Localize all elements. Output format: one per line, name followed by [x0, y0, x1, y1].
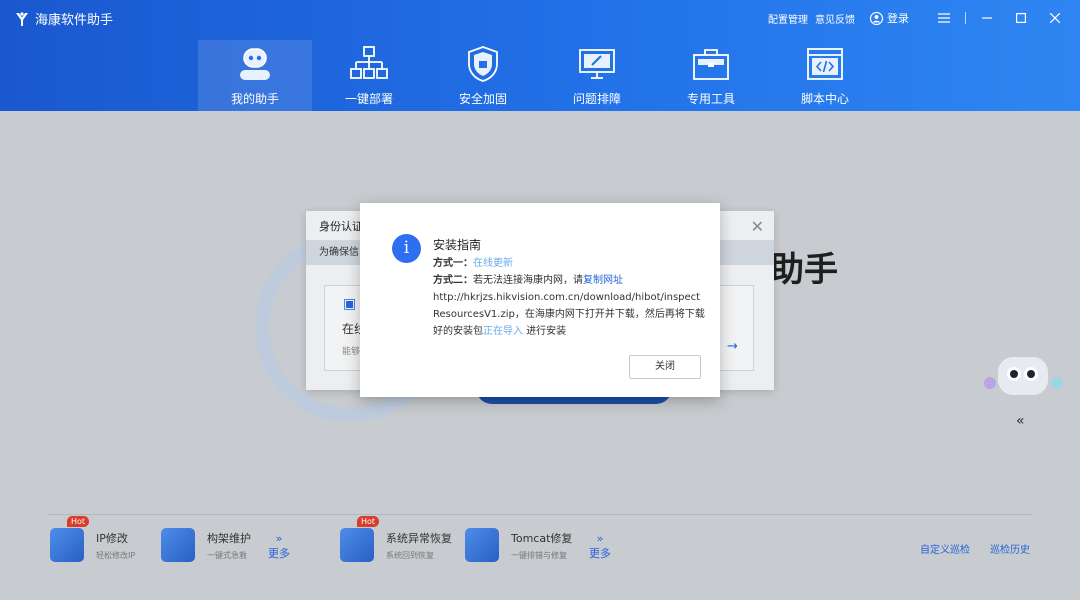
- code-window-icon: [807, 48, 843, 80]
- toolbox-icon: [693, 49, 729, 80]
- card-desc: 能够: [342, 347, 361, 357]
- login-label: 登录: [887, 12, 909, 25]
- tool-ip-change[interactable]: Hot IP修改轻松修改IP: [50, 516, 136, 562]
- hot-badge: Hot: [357, 516, 380, 527]
- tool-name: Tomcat修复: [511, 531, 573, 545]
- tool-tomcat-repair[interactable]: Tomcat修复一键排错与修复: [465, 528, 572, 562]
- recovery-tool-icon: Hot: [340, 516, 380, 562]
- nav-my-assistant[interactable]: 我的助手: [198, 40, 312, 111]
- tool-desc: 一键式急救: [207, 550, 247, 560]
- more-tools-link-2[interactable]: » 更多: [589, 532, 611, 561]
- minimize-icon[interactable]: [974, 9, 1000, 27]
- config-link[interactable]: 配置管理: [768, 11, 808, 26]
- method1-label: 方式一：: [433, 258, 473, 269]
- login-button[interactable]: 登录: [870, 10, 909, 26]
- inspection-history-link[interactable]: 巡检历史: [990, 541, 1030, 556]
- tool-desc: 系统回到恢复: [386, 550, 434, 560]
- tool-name: 系统异常恢复: [386, 531, 452, 545]
- user-avatar-icon: [870, 11, 883, 25]
- nav-label: 一键部署: [344, 92, 393, 106]
- close-window-icon[interactable]: [1042, 9, 1068, 27]
- collapse-arrows-icon[interactable]: «: [1016, 413, 1025, 429]
- nav-security-hardening[interactable]: 安全加固: [426, 40, 540, 111]
- feedback-link[interactable]: 意见反馈: [815, 11, 855, 26]
- tool-architecture-maintenance[interactable]: 构架维护 一键式急救: [161, 528, 251, 562]
- method2-text: 若无法连接海康内网，请: [473, 275, 583, 286]
- menu-icon[interactable]: [931, 9, 957, 27]
- nav-one-click-deploy[interactable]: 一键部署: [312, 40, 426, 111]
- maintenance-tool-icon: [161, 528, 195, 562]
- arrow-right-icon: →: [727, 339, 738, 354]
- info-icon: i: [392, 234, 421, 263]
- double-chevron-icon: »: [596, 532, 604, 545]
- tool-desc: 一键排错与修复: [511, 550, 567, 560]
- assistant-big-title: 助手: [770, 250, 838, 290]
- back-dialog-close-icon[interactable]: ✕: [751, 217, 764, 236]
- app-header: 海康软件助手 配置管理 意见反馈 登录 我的助手 一键部署 安全加固 问题排障: [0, 0, 1080, 111]
- monitor-tools-icon: [579, 49, 615, 79]
- maximize-icon[interactable]: [1008, 9, 1034, 27]
- nav-label: 专用工具: [686, 92, 735, 106]
- install-guide-modal: i 安装指南 方式一：在线更新 方式二：若无法连接海康内网，请复制网址 http…: [360, 203, 720, 397]
- robot-icon: [240, 48, 270, 80]
- more-tools-link-1[interactable]: » 更多: [268, 532, 290, 561]
- modal-body: 方式一：在线更新 方式二：若无法连接海康内网，请复制网址 http://hkrj…: [433, 255, 705, 340]
- tool-desc: 轻松修改IP: [96, 550, 136, 560]
- robot-left-eye-icon: [1007, 367, 1021, 381]
- top-right-toolbar: 配置管理 意见反馈 登录: [768, 9, 1068, 27]
- robot-left-hand-icon: [984, 377, 996, 389]
- nav-troubleshooting[interactable]: 问题排障: [540, 40, 654, 111]
- toolbar-divider: [965, 12, 966, 24]
- custom-inspection-link[interactable]: 自定义巡检: [920, 541, 970, 556]
- tool-name: IP修改: [96, 531, 128, 545]
- hot-badge: Hot: [67, 516, 90, 527]
- method2-label: 方式二：: [433, 275, 473, 286]
- nav-label: 问题排障: [572, 92, 621, 106]
- ip-tool-icon: Hot: [50, 516, 90, 562]
- main-nav: 我的助手 一键部署 安全加固 问题排障 专用工具 脚本中心: [198, 40, 882, 111]
- app-title: 海康软件助手: [35, 13, 114, 28]
- tail-text: 进行安装: [526, 326, 567, 337]
- monitor-check-icon: ▣: [343, 296, 357, 312]
- url-text: http://hkrjzs.hikvision.com.cn/download/…: [433, 292, 705, 337]
- nav-script-center[interactable]: 脚本中心: [768, 40, 882, 111]
- shield-icon: [468, 46, 498, 82]
- hikvision-logo-icon: [16, 11, 28, 26]
- assistant-robot-icon[interactable]: [998, 357, 1048, 395]
- app-logo: 海康软件助手: [14, 9, 113, 28]
- bottom-divider: [48, 514, 1032, 515]
- network-icon: [350, 46, 388, 79]
- nav-label: 脚本中心: [800, 92, 849, 106]
- online-update-link[interactable]: 在线更新: [473, 258, 513, 269]
- close-button[interactable]: 关闭: [629, 355, 701, 379]
- importing-link[interactable]: 正在导入: [483, 326, 523, 337]
- nav-special-tools[interactable]: 专用工具: [654, 40, 768, 111]
- tomcat-tool-icon: [465, 528, 499, 562]
- copy-url-link[interactable]: 复制网址: [583, 275, 623, 286]
- modal-title: 安装指南: [433, 238, 482, 252]
- more-label: 更多: [268, 547, 290, 560]
- nav-label: 安全加固: [458, 92, 507, 106]
- nav-label: 我的助手: [230, 92, 279, 106]
- more-label: 更多: [589, 547, 611, 560]
- robot-right-eye-icon: [1024, 367, 1038, 381]
- double-chevron-icon: »: [275, 532, 283, 545]
- tool-name: 构架维护: [207, 531, 251, 545]
- tool-system-recovery[interactable]: Hot 系统异常恢复系统回到恢复: [340, 516, 452, 562]
- robot-right-hand-icon: [1051, 377, 1063, 389]
